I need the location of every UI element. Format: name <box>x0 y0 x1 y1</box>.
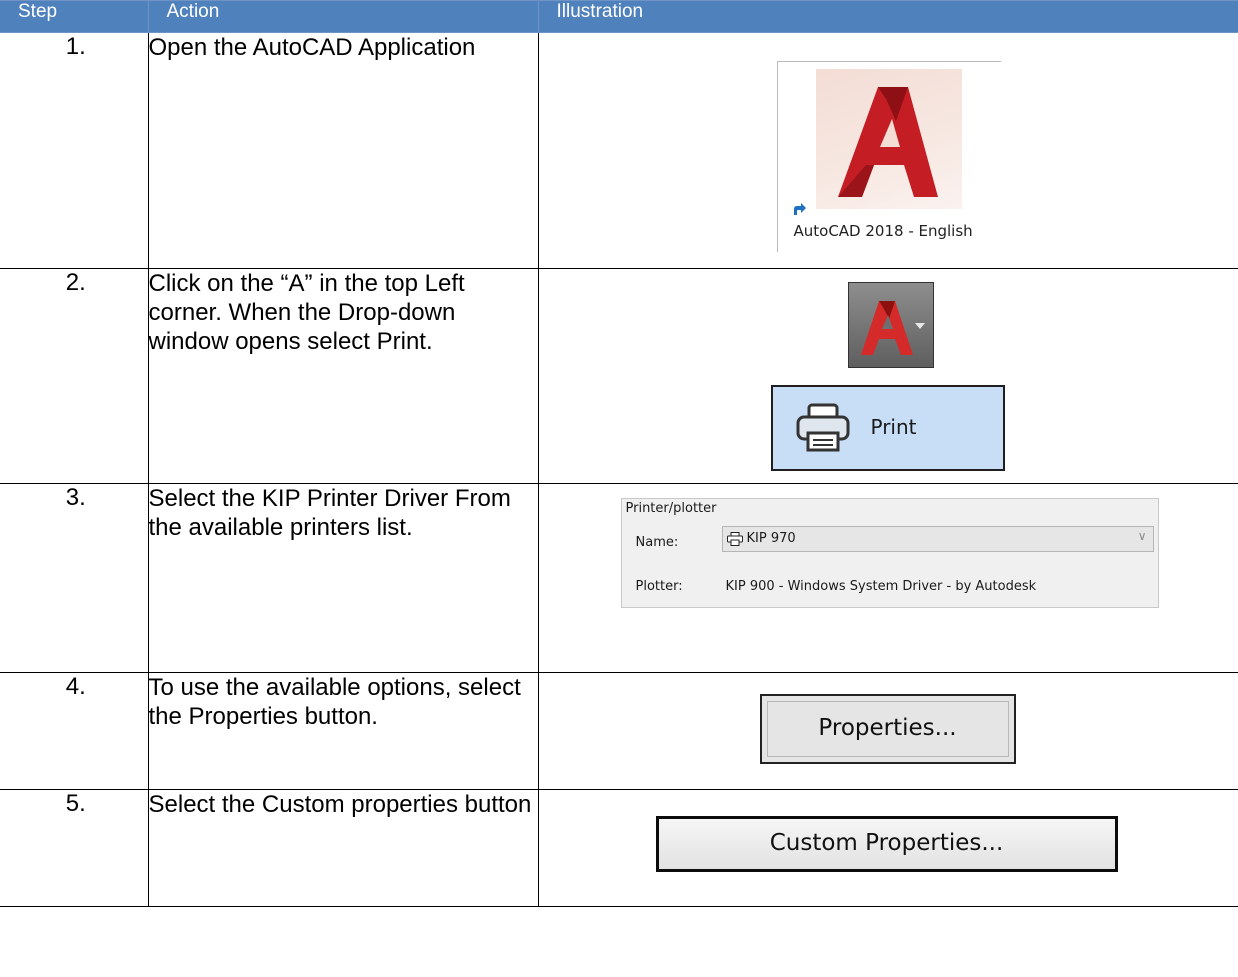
properties-button: Properties... <box>759 694 1016 764</box>
table-row: 2. Click on the “A” in the top Left corn… <box>0 268 1238 484</box>
autocad-a-icon <box>860 301 925 355</box>
properties-button-label: Properties... <box>818 715 957 741</box>
autocad-logo-icon <box>837 87 938 197</box>
plotter-label: Plotter: <box>635 579 683 594</box>
application-menu-button <box>847 282 934 368</box>
custom-properties-button: Custom Properties... <box>655 816 1118 872</box>
header-action: Action <box>147 0 539 33</box>
step-number: 3. <box>0 483 149 673</box>
step-number: 5. <box>0 789 149 907</box>
printer-name-select: KIP 970 ∨ <box>721 526 1154 552</box>
printer-plotter-panel: Printer/plotter Name: KIP 970 ∨ Plotter:… <box>620 498 1159 608</box>
step-action: Click on the “A” in the top Left corner.… <box>147 268 539 484</box>
table-row: 4. To use the available options, select … <box>0 672 1238 790</box>
step-illustration: Printer/plotter Name: KIP 970 ∨ Plotter:… <box>537 483 1238 673</box>
step-number: 2. <box>0 268 149 484</box>
header-row: Step Action Illustration <box>0 0 1238 33</box>
step-illustration: Print <box>537 268 1238 484</box>
printer-icon <box>796 403 849 452</box>
step-action: To use the available options, select the… <box>147 672 539 790</box>
printer-name-label: Name: <box>635 535 679 550</box>
autocad-logo-tile <box>815 69 962 209</box>
table-row: 5. Select the Custom properties button C… <box>0 789 1238 907</box>
autocad-desktop-icon: AutoCAD 2018 - English <box>776 61 1001 252</box>
printer-name-value: KIP 970 <box>746 531 796 546</box>
step-illustration: Properties... <box>537 672 1238 790</box>
step-illustration: AutoCAD 2018 - English <box>537 32 1238 269</box>
print-menu-item: Print <box>770 385 1005 471</box>
step-action: Select the Custom properties button <box>147 789 539 907</box>
autocad-icon-caption: AutoCAD 2018 - English <box>793 222 973 240</box>
header-illustration: Illustration <box>537 0 1238 33</box>
printer-plotter-group-label: Printer/plotter <box>625 501 717 516</box>
step-number: 4. <box>0 672 149 790</box>
chevron-down-icon: ∨ <box>1137 529 1147 543</box>
table-row: 3. Select the KIP Printer Driver From th… <box>0 483 1238 673</box>
step-action: Open the AutoCAD Application <box>147 32 539 269</box>
print-label: Print <box>870 415 917 439</box>
printer-small-icon <box>726 532 743 546</box>
header-step: Step <box>0 0 149 33</box>
plotter-value: KIP 900 - Windows System Driver - by Aut… <box>725 579 1037 594</box>
step-number: 1. <box>0 32 149 269</box>
step-action: Select the KIP Printer Driver From the a… <box>147 483 539 673</box>
step-illustration: Custom Properties... <box>537 789 1238 907</box>
table-row: 1. Open the AutoCAD Application AutoCAD … <box>0 32 1238 269</box>
shortcut-arrow-icon <box>789 200 808 218</box>
steps-table: Step Action Illustration 1. Open the Aut… <box>0 0 1238 907</box>
